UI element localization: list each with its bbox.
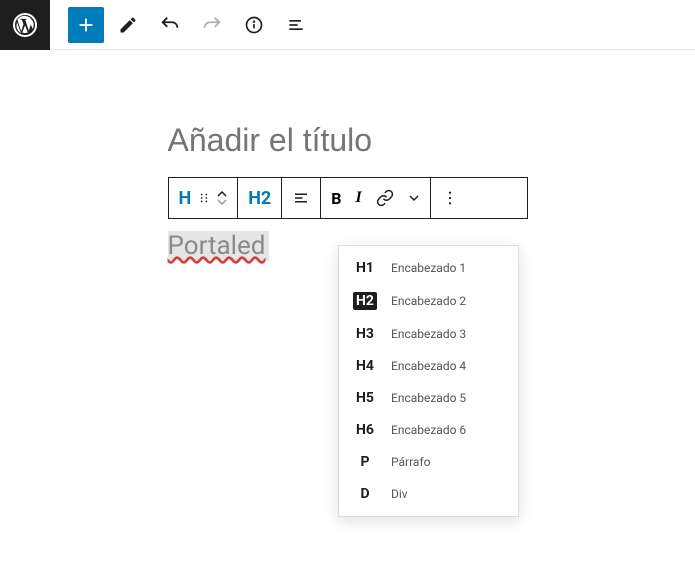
undo-icon: [159, 14, 181, 36]
info-button[interactable]: [236, 7, 272, 43]
dropdown-item-label: Div: [391, 487, 408, 501]
list-icon: [286, 15, 306, 35]
edit-tools-button[interactable]: [110, 7, 146, 43]
dropdown-item-tag: H4: [353, 358, 377, 374]
heading-level-button[interactable]: H2: [238, 178, 282, 218]
dropdown-item-h5[interactable]: H5 Encabezado 5: [339, 382, 518, 414]
dropdown-item-label: Encabezado 4: [391, 359, 466, 373]
add-block-button[interactable]: [68, 7, 104, 43]
dropdown-item-tag: H3: [353, 326, 377, 342]
redo-button[interactable]: [194, 7, 230, 43]
chevron-down-icon: [217, 198, 227, 205]
align-button[interactable]: [282, 178, 321, 218]
wordpress-icon: [13, 13, 37, 37]
italic-button[interactable]: I: [355, 189, 361, 207]
dropdown-item-tag: H1: [353, 260, 377, 276]
post-title-input[interactable]: [168, 122, 528, 159]
heading-block-content[interactable]: Portaled: [168, 231, 270, 261]
more-options-button[interactable]: [431, 178, 469, 218]
link-icon[interactable]: [376, 189, 394, 207]
dropdown-item-h2[interactable]: H2 Encabezado 2: [339, 284, 518, 318]
chevron-down-icon[interactable]: [408, 192, 420, 204]
bold-button[interactable]: B: [331, 189, 341, 208]
wp-logo-button[interactable]: [0, 0, 50, 50]
editor-canvas: H H2 B I Portaled: [0, 50, 695, 261]
editor-content: H H2 B I Portaled: [168, 122, 528, 261]
dropdown-item-label: Encabezado 5: [391, 391, 466, 405]
outline-button[interactable]: [278, 7, 314, 43]
top-toolbar: [0, 0, 695, 50]
format-group: B I: [321, 178, 430, 218]
pencil-icon: [118, 15, 138, 35]
block-toolbar: H H2 B I: [168, 177, 528, 219]
redo-icon: [201, 14, 223, 36]
heading-level-dropdown: H1 Encabezado 1 H2 Encabezado 2 H3 Encabezado…: [338, 245, 519, 517]
plus-icon: [75, 14, 97, 36]
dropdown-item-label: Párrafo: [391, 455, 430, 469]
dropdown-item-label: Encabezado 2: [391, 294, 466, 308]
dropdown-item-d[interactable]: D Div: [339, 478, 518, 510]
block-type-cell: H: [169, 178, 239, 218]
drag-handle-icon[interactable]: [197, 191, 211, 205]
dropdown-item-tag: H2: [353, 292, 377, 310]
dropdown-item-h6[interactable]: H6 Encabezado 6: [339, 414, 518, 446]
dropdown-item-label: Encabezado 3: [391, 327, 466, 341]
info-icon: [244, 15, 264, 35]
dropdown-item-p[interactable]: P Párrafo: [339, 446, 518, 478]
undo-button[interactable]: [152, 7, 188, 43]
align-left-icon: [292, 189, 310, 207]
dropdown-item-label: Encabezado 1: [391, 261, 466, 275]
dropdown-item-h3[interactable]: H3 Encabezado 3: [339, 318, 518, 350]
dropdown-item-label: Encabezado 6: [391, 423, 466, 437]
dropdown-item-tag: H6: [353, 422, 377, 438]
move-up-down[interactable]: [217, 191, 227, 205]
dropdown-item-h4[interactable]: H4 Encabezado 4: [339, 350, 518, 382]
chevron-up-icon: [217, 191, 227, 198]
dropdown-item-tag: H5: [353, 390, 377, 406]
heading-block-icon[interactable]: H: [179, 188, 192, 209]
dropdown-item-h1[interactable]: H1 Encabezado 1: [339, 252, 518, 284]
more-vertical-icon: [441, 189, 459, 207]
dropdown-item-tag: D: [353, 486, 377, 502]
dropdown-item-tag: P: [353, 454, 377, 470]
